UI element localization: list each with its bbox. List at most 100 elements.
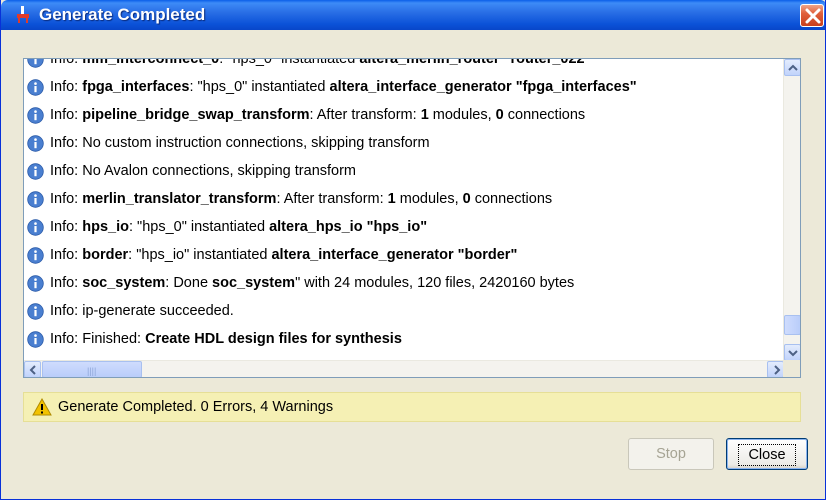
log-text-plain: Info: <box>50 247 83 263</box>
info-icon <box>27 330 44 348</box>
log-text-bold: altera_interface_generator "border" <box>271 247 518 263</box>
info-icon <box>27 134 44 152</box>
log-text-bold: 0 <box>462 191 471 207</box>
log-text-plain: " with 24 modules, 120 files, 2420160 by… <box>295 275 575 291</box>
window-title: Generate Completed <box>39 5 206 24</box>
log-text: Info: merlin_translator_transform: After… <box>50 191 552 207</box>
log-text-plain: Info: <box>50 191 83 207</box>
warning-icon <box>32 398 52 416</box>
close-button-label: Close <box>738 444 796 466</box>
log-row: Info: hps_io: "hps_0" instantiated alter… <box>24 213 782 241</box>
log-row: Info: mm_interconnect_0: "hps_0" instant… <box>24 58 782 73</box>
log-text-bold: fpga_interfaces <box>82 79 190 95</box>
log-text-bold: 1 <box>420 107 429 123</box>
log-text-plain: modules, <box>395 191 463 207</box>
log-text-plain: connections <box>470 191 553 207</box>
horizontal-scrollbar[interactable]: |||| <box>24 360 784 377</box>
log-text-plain: Info: No Avalon connections, skipping tr… <box>50 163 357 179</box>
log-text-plain: : "hps_0" instantiated <box>128 219 270 235</box>
log-row: Info: border: "hps_io" instantiated alte… <box>24 241 782 269</box>
info-icon <box>27 106 44 124</box>
dialog-body: Info: mm_interconnect_0: "hps_0" instant… <box>4 30 824 497</box>
close-icon <box>805 8 821 24</box>
info-icon <box>27 302 44 320</box>
log-list: Info: mm_interconnect_0: "hps_0" instant… <box>24 58 782 353</box>
log-text-plain: : "hps_io" instantiated <box>128 247 272 263</box>
info-icon <box>27 274 44 292</box>
log-text-bold: pipeline_bridge_swap_transform <box>82 107 310 123</box>
close-button[interactable]: Close <box>726 438 808 470</box>
log-text-bold: altera_hps_io "hps_io" <box>269 219 428 235</box>
log-row: Info: Finished: Create HDL design files … <box>24 325 782 353</box>
log-text-bold: hps_io <box>82 219 129 235</box>
log-text-plain: Info: <box>50 58 83 67</box>
stop-button[interactable]: Stop <box>628 438 714 470</box>
chevron-up-icon <box>788 64 798 71</box>
log-text: Info: fpga_interfaces: "hps_0" instantia… <box>50 79 637 95</box>
log-row: Info: soc_system: Done soc_system" with … <box>24 269 782 297</box>
log-row: Info: No custom instruction connections,… <box>24 129 782 157</box>
log-text-bold: soc_system <box>212 275 296 291</box>
scroll-left-button[interactable] <box>24 361 41 377</box>
title-bar[interactable]: Generate Completed <box>1 0 825 30</box>
log-text: Info: border: "hps_io" instantiated alte… <box>50 247 517 263</box>
log-text-bold: altera_merlin_router "router_022" <box>359 58 592 67</box>
chevron-left-icon <box>29 365 36 375</box>
status-bar: Generate Completed. 0 Errors, 4 Warnings <box>23 392 801 422</box>
log-panel[interactable]: Info: mm_interconnect_0: "hps_0" instant… <box>23 58 801 378</box>
info-icon <box>27 190 44 208</box>
log-row: Info: merlin_translator_transform: After… <box>24 185 782 213</box>
altera-app-icon <box>17 6 29 23</box>
log-text: Info: mm_interconnect_0: "hps_0" instant… <box>50 58 592 67</box>
generate-completed-dialog: Generate Completed Info: mm_interconnect… <box>0 0 826 500</box>
window-close-button[interactable] <box>800 4 824 27</box>
log-text-plain: : "hps_0" instantiated <box>219 58 360 67</box>
log-text-bold: altera_interface_generator <box>329 79 512 95</box>
log-text: Info: Finished: Create HDL design files … <box>50 331 402 347</box>
log-text-plain: Info: ip-generate succeeded. <box>50 303 234 319</box>
log-text-plain: : After transform: <box>276 191 388 207</box>
log-text-plain: modules, <box>428 107 496 123</box>
log-row: Info: No Avalon connections, skipping tr… <box>24 157 782 185</box>
vertical-scrollbar[interactable] <box>783 59 800 361</box>
log-row: Info: fpga_interfaces: "hps_0" instantia… <box>24 73 782 101</box>
log-text: Info: No custom instruction connections,… <box>50 135 430 151</box>
log-text: Info: hps_io: "hps_0" instantiated alter… <box>50 219 427 235</box>
log-text-bold: Create HDL design files for synthesis <box>145 331 402 347</box>
log-text-bold: "fpga_interfaces" <box>515 79 637 95</box>
status-text: Generate Completed. 0 Errors, 4 Warnings <box>58 399 334 415</box>
log-text-plain: Info: <box>50 219 83 235</box>
info-icon <box>27 218 44 236</box>
log-row: Info: ip-generate succeeded. <box>24 297 782 325</box>
scroll-right-button[interactable] <box>767 361 784 377</box>
log-text-plain: : "hps_0" instantiated <box>189 79 330 95</box>
log-text-bold: soc_system <box>82 275 166 291</box>
log-text: Info: pipeline_bridge_swap_transform: Af… <box>50 107 585 123</box>
horizontal-scroll-thumb[interactable]: |||| <box>42 361 142 377</box>
log-text-bold: merlin_translator_transform <box>82 191 277 207</box>
log-text-bold: mm_interconnect_0 <box>82 58 220 67</box>
log-text: Info: soc_system: Done soc_system" with … <box>50 275 574 291</box>
log-text-plain: : After transform: <box>309 107 421 123</box>
scroll-down-button[interactable] <box>784 344 800 361</box>
log-text-bold: 1 <box>387 191 396 207</box>
log-text-plain: Info: <box>50 107 83 123</box>
info-icon <box>27 59 44 68</box>
chevron-down-icon <box>788 350 798 357</box>
log-text-bold: 0 <box>495 107 504 123</box>
log-text-plain: Info: No custom instruction connections,… <box>50 135 430 151</box>
log-text-plain: Info: Finished: <box>50 331 146 347</box>
scroll-grip-icon: |||| <box>87 366 97 376</box>
log-text-bold: border <box>82 247 129 263</box>
log-text-plain: Info: <box>50 275 83 291</box>
vertical-scroll-thumb[interactable] <box>784 315 800 335</box>
scroll-corner <box>783 360 800 377</box>
log-text: Info: No Avalon connections, skipping tr… <box>50 163 356 179</box>
log-text-plain: : Done <box>165 275 213 291</box>
info-icon <box>27 246 44 264</box>
scroll-up-button[interactable] <box>784 59 800 76</box>
log-row: Info: pipeline_bridge_swap_transform: Af… <box>24 101 782 129</box>
info-icon <box>27 78 44 96</box>
log-text-plain: Info: <box>50 79 83 95</box>
chevron-right-icon <box>774 365 781 375</box>
